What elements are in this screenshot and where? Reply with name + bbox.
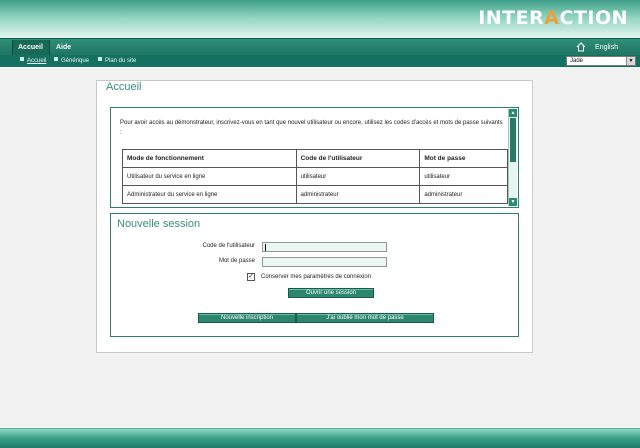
page-title: Accueil: [106, 81, 142, 93]
table-row: Utilisateur du service en ligne utilisat…: [122, 167, 508, 186]
column-header: Mot de passe: [419, 149, 508, 168]
breadcrumb-plan-du-site[interactable]: Plan du site: [98, 55, 136, 67]
user-code-input[interactable]: [262, 242, 387, 252]
session-panel: Nouvelle session Code de l'utilisateur M…: [110, 213, 519, 337]
table-cell: utilisateur: [419, 167, 508, 186]
tab-aide[interactable]: Aide: [51, 40, 76, 55]
breadcrumb-accueil[interactable]: Accueil: [20, 55, 46, 67]
breadcrumb: Accueil Générique Plan du site Jade ▼: [0, 55, 640, 67]
table-header-row: Mode de fonctionnement Code de l'utilisa…: [122, 149, 508, 168]
chevron-down-icon[interactable]: ▼: [626, 57, 635, 65]
language-link[interactable]: English: [595, 40, 618, 55]
forgot-password-button[interactable]: J'ai oublié mon mot de passe: [296, 313, 434, 323]
info-panel: Pour avoir accès au démonstrateur, inscr…: [110, 107, 519, 208]
password-label: Mot de passe: [218, 258, 255, 264]
remember-label: Conserver mes paramètres de connexion: [261, 274, 372, 280]
scroll-up-icon[interactable]: ▲: [509, 109, 517, 117]
remember-checkbox[interactable]: ✓: [247, 273, 255, 281]
bullet-icon: [20, 57, 24, 61]
intro-text: Pour avoir accès au démonstrateur, inscr…: [120, 120, 503, 136]
session-title: Nouvelle session: [117, 218, 201, 230]
scroll-down-icon[interactable]: ▼: [509, 198, 517, 206]
new-registration-button[interactable]: Nouvelle inscription: [198, 313, 296, 323]
table-cell: Administrateur du service en ligne: [122, 185, 297, 204]
vertical-scrollbar[interactable]: ▲ ▼: [508, 109, 517, 206]
table-cell: utilisateur: [295, 167, 421, 186]
credentials-table: Mode de fonctionnement Code de l'utilisa…: [122, 149, 508, 204]
tab-accueil[interactable]: Accueil: [12, 40, 50, 55]
table-cell: administrateur: [419, 185, 508, 204]
home-card: Accueil Pour avoir accès au démonstrateu…: [96, 80, 533, 353]
user-code-label: Code de l'utilisateur: [202, 243, 255, 249]
bullet-icon: [54, 57, 58, 61]
column-header: Code de l'utilisateur: [295, 149, 421, 168]
theme-select[interactable]: Jade ▼: [566, 56, 636, 66]
theme-select-value: Jade: [570, 58, 584, 64]
main-navbar: Accueil Aide English: [0, 38, 640, 55]
interaction-logo: INTERACTION: [478, 7, 628, 29]
table-cell: Utilisateur du service en ligne: [122, 167, 297, 186]
home-icon[interactable]: [576, 42, 586, 52]
password-input[interactable]: [262, 257, 387, 267]
breadcrumb-generique[interactable]: Générique: [54, 55, 89, 67]
app-header: INTERACTION: [0, 0, 640, 38]
table-cell: administrateur: [295, 185, 421, 204]
table-row: Administrateur du service en ligne admin…: [122, 185, 508, 204]
text-caret: [265, 244, 266, 251]
scrollbar-thumb[interactable]: [510, 118, 516, 162]
app-footer: [0, 428, 640, 448]
bullet-icon: [98, 57, 102, 61]
column-header: Mode de fonctionnement: [122, 149, 297, 168]
open-session-button[interactable]: Ouvrir une session: [288, 288, 374, 298]
